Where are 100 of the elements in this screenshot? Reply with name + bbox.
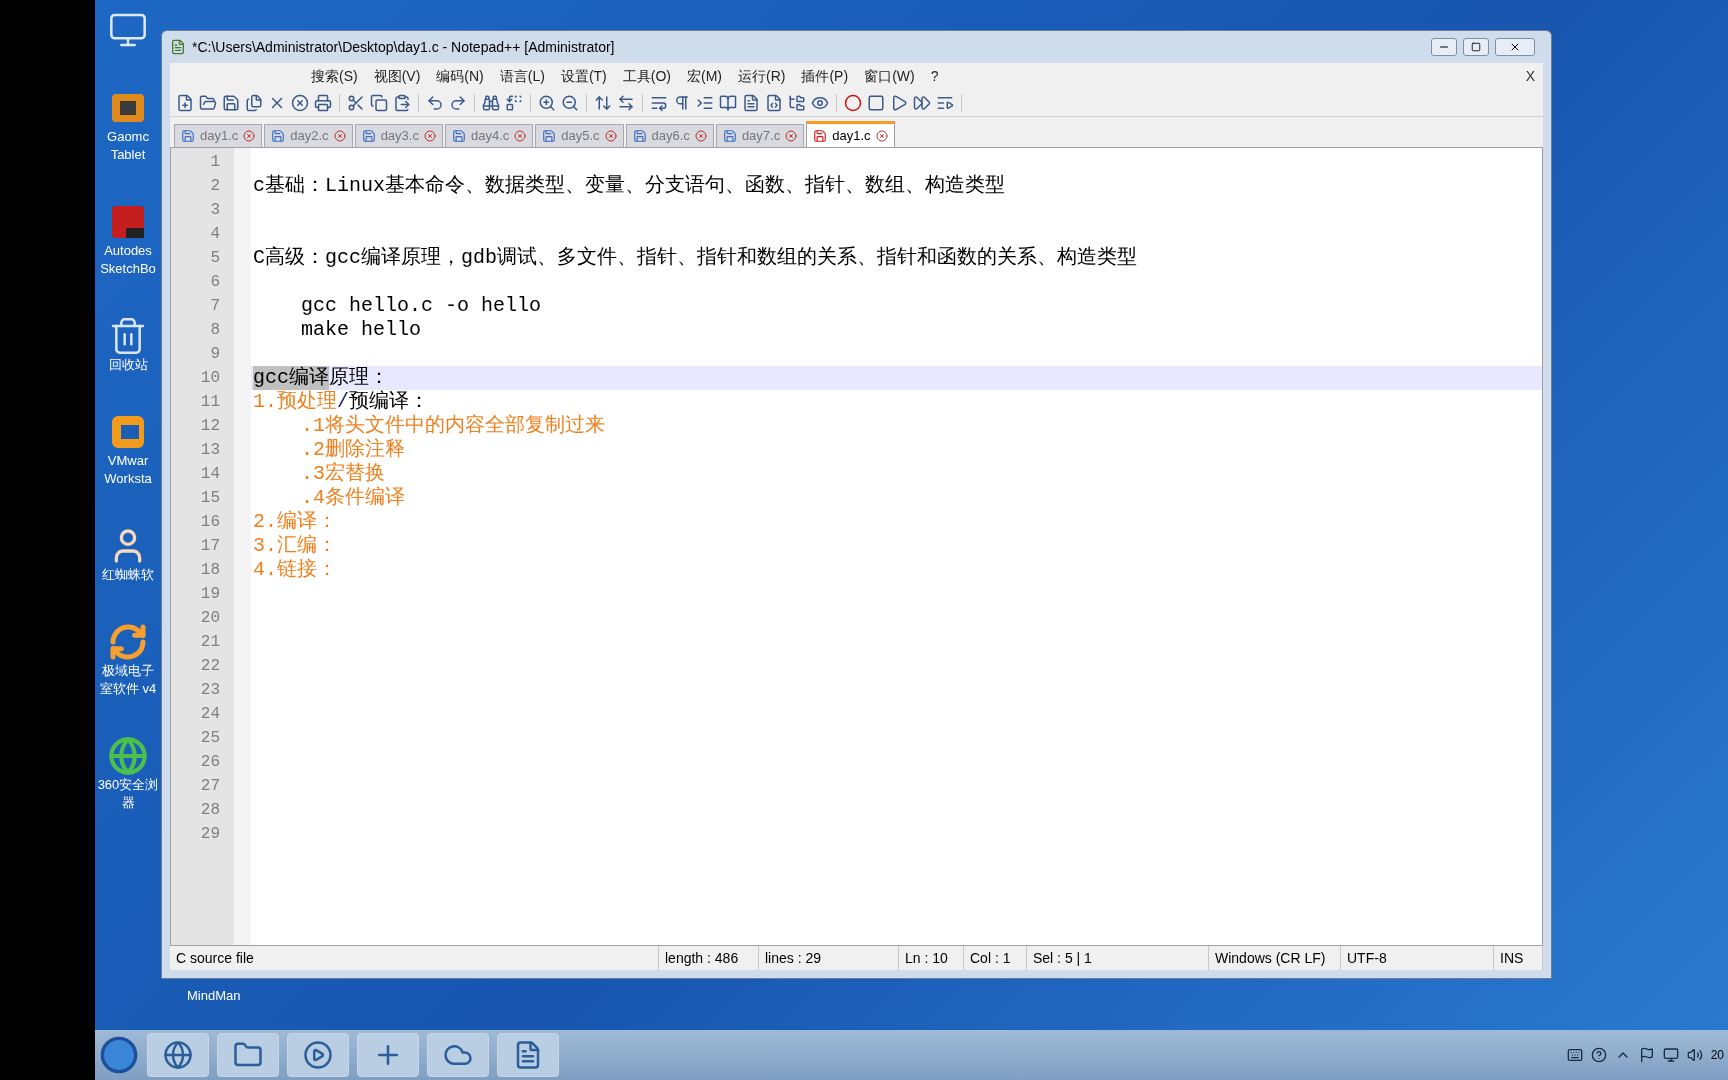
close-tab-icon[interactable] [694, 130, 707, 142]
desktop-icon-label[interactable]: Tablet [110, 146, 146, 164]
book-icon[interactable] [719, 93, 737, 112]
save-all-icon[interactable] [245, 93, 263, 112]
menu-item[interactable]: 运行(R) [730, 65, 794, 87]
status-text: lines : 29 [765, 948, 822, 968]
menu-item[interactable]: 搜索(S) [303, 65, 366, 87]
help-icon[interactable] [1590, 1047, 1607, 1063]
copy-icon[interactable] [370, 93, 388, 112]
line-number: 25 [199, 728, 221, 749]
redo-icon[interactable] [449, 93, 467, 112]
paste-icon[interactable] [393, 93, 411, 112]
fast-forward-icon[interactable] [913, 93, 931, 112]
refresh-icon[interactable] [108, 622, 148, 662]
play-icon[interactable] [890, 93, 908, 112]
close-tab-icon[interactable] [423, 130, 436, 142]
line-number: 9 [209, 344, 221, 365]
close-document-button[interactable]: X [1525, 65, 1535, 87]
code-text: .2删除注释 [300, 438, 405, 462]
code-text: .1将头文件中的内容全部复制过来 [300, 414, 605, 438]
desktop-icon-label[interactable]: Autodes [104, 242, 152, 260]
flag-icon[interactable] [1638, 1047, 1655, 1063]
menu-item[interactable]: 工具(O) [614, 65, 679, 87]
line-number: 18 [199, 560, 221, 581]
speaker-icon[interactable] [1686, 1047, 1703, 1063]
line-number: 29 [199, 824, 221, 845]
menu-item[interactable]: 宏(M) [679, 65, 730, 87]
folder-tree-icon[interactable] [788, 93, 806, 112]
line-number: 6 [209, 272, 221, 293]
media-player-icon[interactable] [303, 1040, 333, 1070]
status-text: Windows (CR LF) [1215, 948, 1326, 968]
line-number: 4 [209, 224, 221, 245]
maximize-button[interactable] [1463, 38, 1489, 56]
document-icon[interactable] [742, 93, 760, 112]
network-icon[interactable] [1662, 1047, 1679, 1063]
menu-item[interactable]: 语言(L) [491, 65, 553, 87]
search-icon[interactable] [482, 93, 500, 112]
line-number: 23 [199, 680, 221, 701]
menu-item[interactable]: 窗口(W) [856, 65, 923, 87]
file-tab[interactable]: day7.c [715, 124, 805, 147]
zoom-in-icon[interactable] [538, 93, 556, 112]
zoom-out-icon[interactable] [561, 93, 579, 112]
open-folder-icon[interactable] [199, 93, 217, 112]
vertical-sync-icon[interactable] [594, 93, 612, 112]
code-file-icon[interactable] [765, 93, 783, 112]
file-tab[interactable]: day2.c [264, 124, 353, 147]
desktop-icon-label[interactable]: 红蜘蛛软 [102, 566, 154, 584]
keyboard-icon[interactable] [1566, 1047, 1583, 1063]
file-tab[interactable]: day3.c [354, 124, 443, 147]
close-tab-icon[interactable] [785, 130, 798, 142]
desktop-icon-label[interactable]: 回收站 [108, 356, 148, 374]
status-text: length : 486 [665, 948, 739, 968]
close-tab-icon[interactable] [514, 130, 527, 142]
file-tab[interactable]: day1.c [806, 121, 895, 147]
desktop-icon-label[interactable]: Gaomc [107, 128, 149, 146]
desktop-icon-label[interactable]: 极域电子 [102, 662, 154, 680]
start-button-icon[interactable] [99, 1035, 139, 1075]
horizontal-sync-icon[interactable] [617, 93, 635, 112]
close-tab-icon[interactable] [604, 130, 617, 142]
code-text: 预编译： [349, 390, 430, 414]
desktop-icon-label[interactable]: 器 [121, 794, 135, 812]
line-number: 10 [199, 368, 221, 389]
browser-icon[interactable] [163, 1040, 193, 1070]
menu-item[interactable]: 视图(V) [365, 65, 429, 87]
line-number: 19 [199, 584, 221, 605]
minimize-button[interactable] [1431, 38, 1457, 56]
desktop-icon-label[interactable]: Worksta [104, 470, 152, 488]
print-icon[interactable] [314, 93, 332, 112]
file-tab[interactable]: day4.c [444, 124, 534, 147]
pilcrow-icon[interactable] [673, 93, 691, 112]
notepad-icon [170, 39, 186, 55]
line-number: 27 [199, 776, 221, 797]
desktop-icon-label[interactable]: VMwar [107, 452, 149, 470]
menu-item[interactable]: 插件(P) [793, 65, 857, 87]
stop-icon[interactable] [867, 93, 885, 112]
new-file-icon[interactable] [176, 93, 194, 112]
close-tab-icon[interactable] [333, 130, 346, 142]
close-tab-icon[interactable] [243, 130, 256, 142]
close-all-icon[interactable] [291, 93, 309, 112]
cut-icon[interactable] [347, 93, 365, 112]
close-button[interactable] [1495, 38, 1535, 56]
browser-icon[interactable] [108, 736, 148, 776]
replace-icon[interactable] [505, 93, 523, 112]
desktop-icon-label[interactable]: 360安全浏 [97, 776, 159, 794]
close-tab-icon[interactable] [875, 129, 888, 142]
menu-item[interactable]: ? [922, 65, 947, 87]
line-number: 26 [199, 752, 221, 773]
record-icon[interactable] [844, 93, 862, 112]
desktop-icon-label[interactable]: 室软件 v4 [99, 680, 157, 698]
maximize-icon [1471, 42, 1481, 52]
desktop-icon-label[interactable]: MindMan [187, 987, 1552, 1005]
clock-text: 20 [1710, 1047, 1724, 1064]
menu-item[interactable]: 编码(N) [428, 65, 492, 87]
file-tab[interactable]: day5.c [535, 124, 624, 147]
undo-icon[interactable] [426, 93, 444, 112]
save-icon[interactable] [222, 93, 240, 112]
file-tab[interactable]: day1.c [174, 124, 263, 147]
desktop-icon-label[interactable]: SketchBo [100, 260, 156, 278]
menu-item[interactable]: 设置(T) [552, 65, 615, 87]
file-tab[interactable]: day6.c [625, 124, 714, 147]
